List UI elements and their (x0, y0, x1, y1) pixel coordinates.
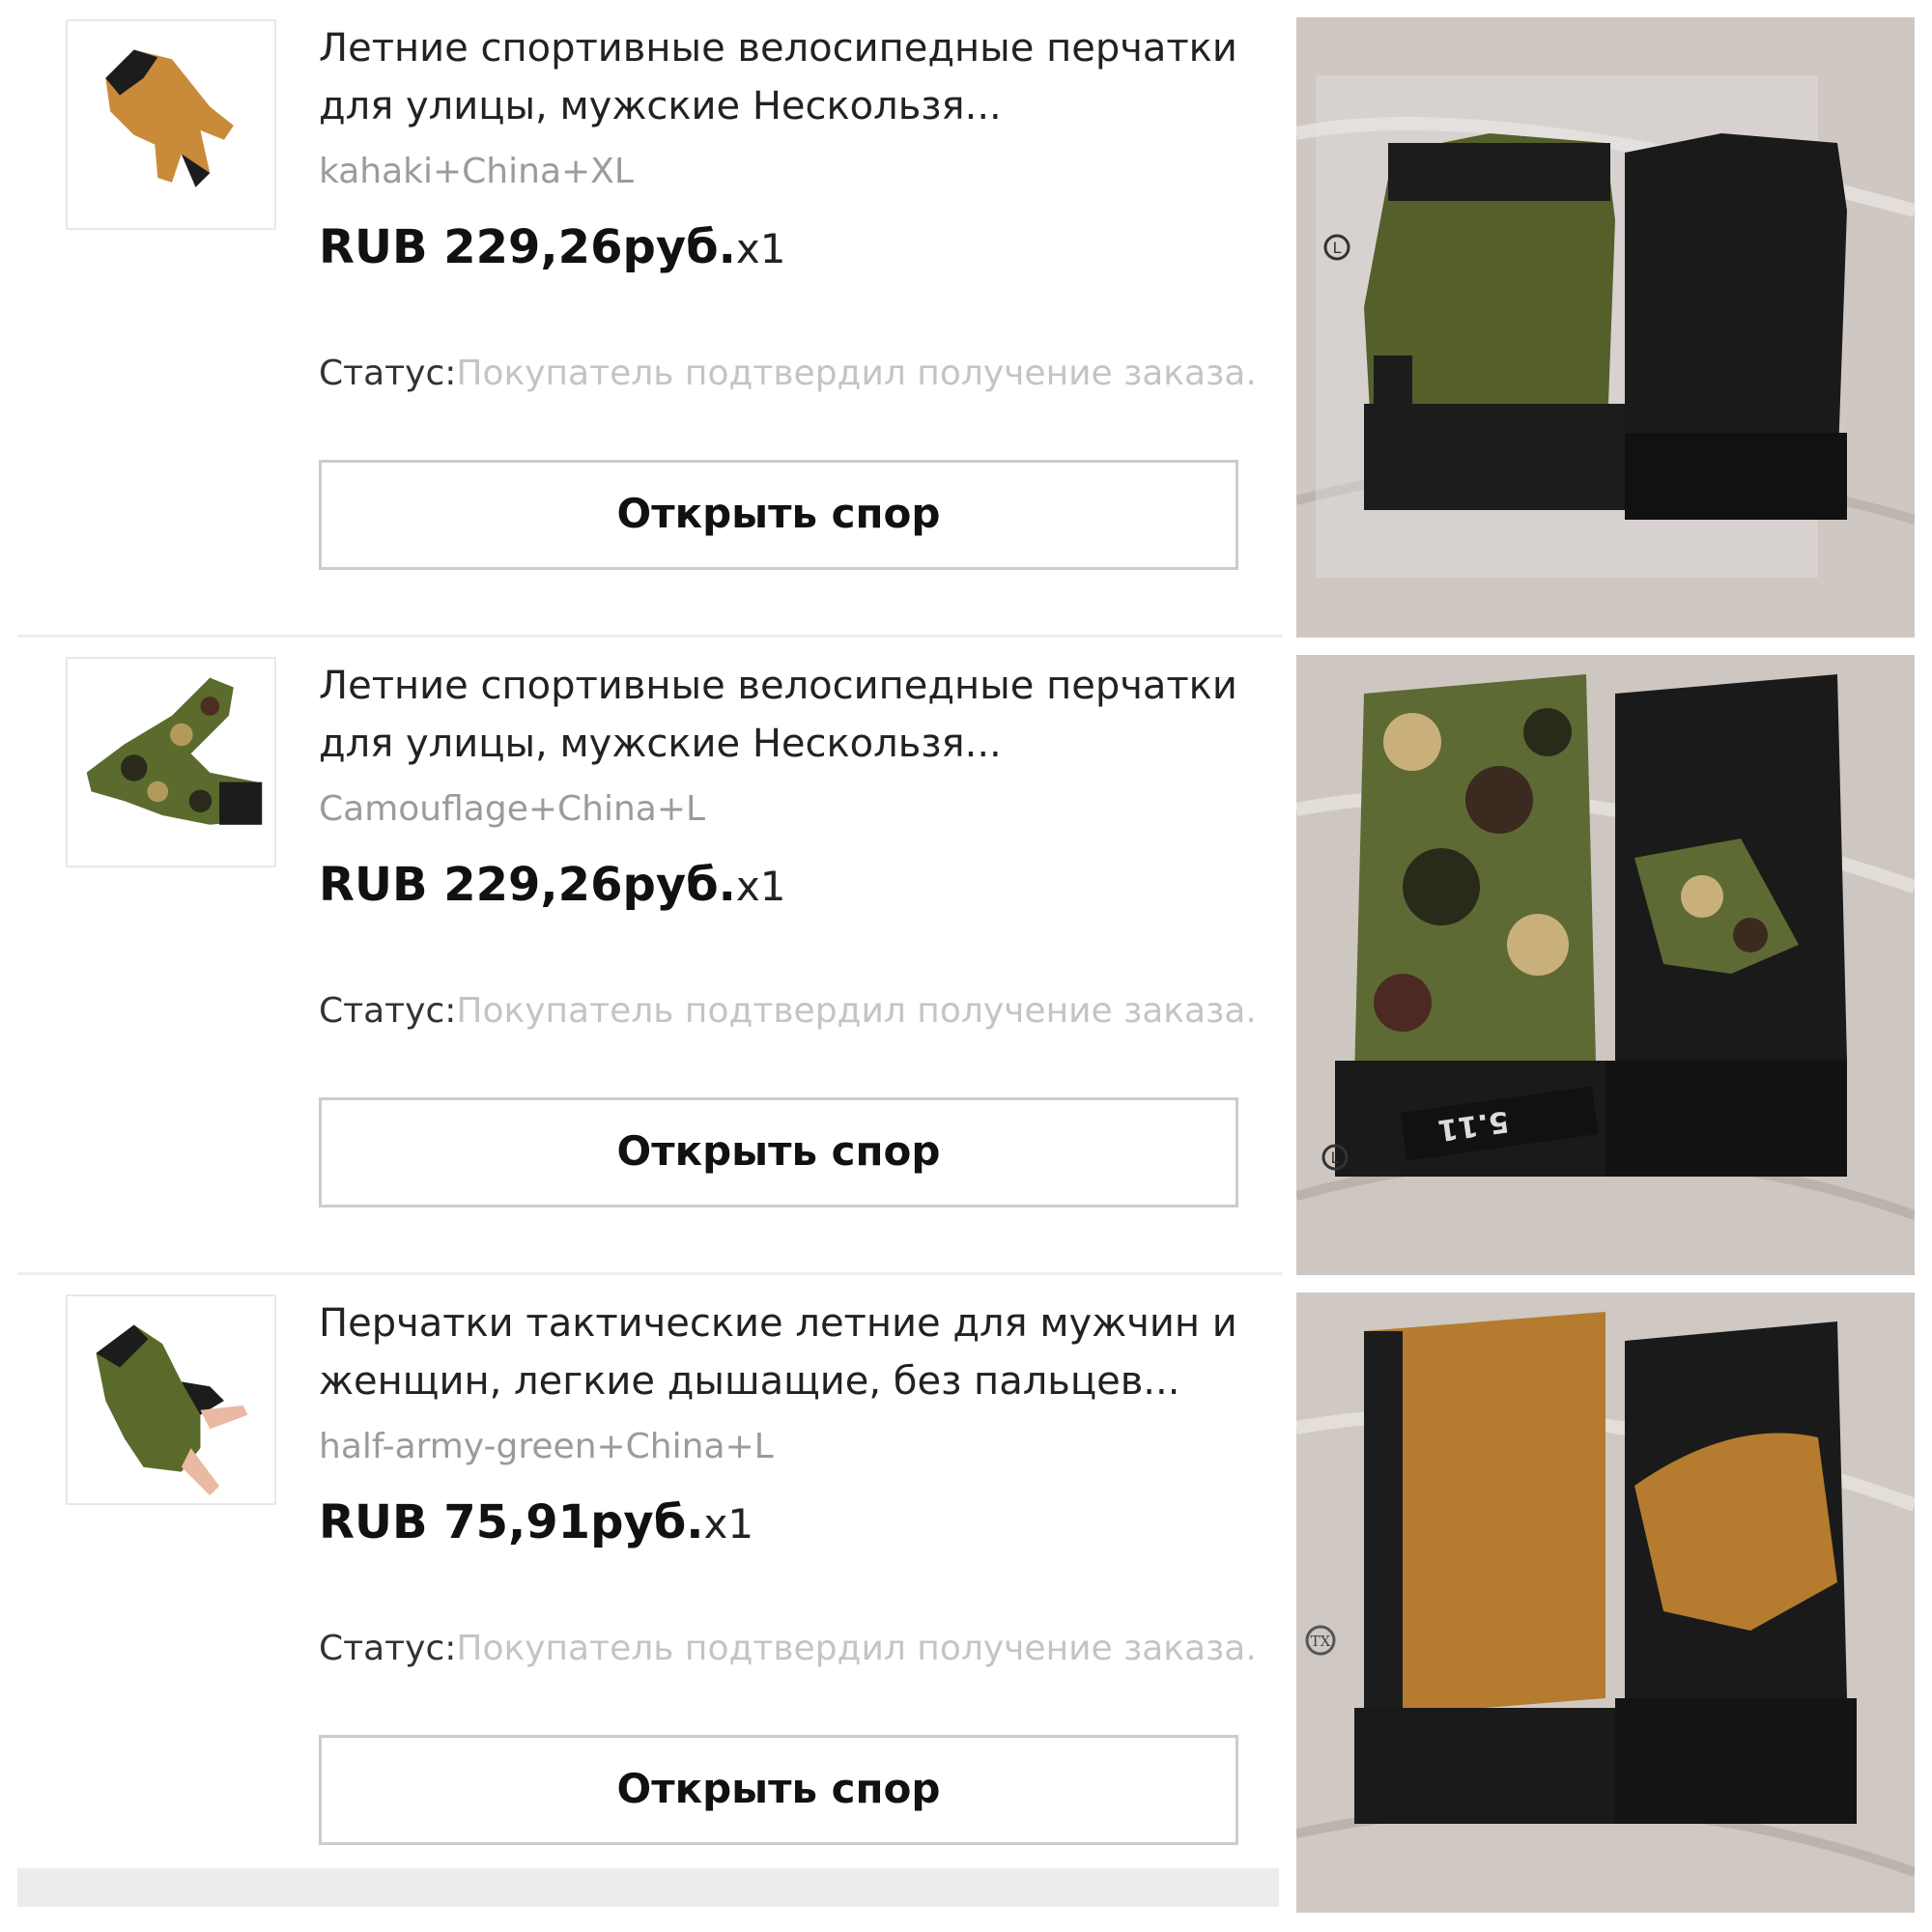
status-text: Покупатель подтвердил получение заказа. (456, 1629, 1257, 1668)
status-label: Статус: (319, 991, 457, 1031)
status-text: Покупатель подтвердил получение заказа. (456, 991, 1257, 1031)
price-row: RUB 75,91руб.x1 (319, 1493, 1265, 1551)
size-tag: TX (1311, 1633, 1331, 1650)
status-text: Покупатель подтвердил получение заказа. (456, 354, 1257, 393)
product-quantity: x1 (735, 225, 786, 272)
product-variant: half-army-green+China+L (319, 1427, 774, 1466)
product-title[interactable]: Перчатки тактические летние для мужчин и… (319, 1294, 1265, 1410)
price-row: RUB 229,26руб.x1 (319, 856, 1265, 914)
review-photos: L 5.11 L TX (1296, 17, 1915, 1930)
open-dispute-button[interactable]: Открыть спор (319, 1735, 1238, 1845)
khaki-glove-icon (68, 21, 274, 228)
camo-gloves-photo: 5.11 L (1296, 655, 1915, 1275)
order-item: Летние спортивные велосипедные перчатки … (17, 638, 1283, 1275)
khaki-gloves-photo: TX (1296, 1293, 1915, 1913)
open-dispute-button[interactable]: Открыть спор (319, 1097, 1238, 1208)
product-price: RUB 75,91руб. (319, 1495, 704, 1549)
open-dispute-button[interactable]: Открыть спор (319, 460, 1238, 570)
product-thumbnail[interactable] (66, 19, 276, 230)
product-price: RUB 229,26руб. (319, 220, 736, 274)
fingerless-glove-icon (68, 1296, 274, 1503)
product-quantity: x1 (703, 1500, 754, 1548)
product-title[interactable]: Летние спортивные велосипедные перчатки … (319, 657, 1265, 773)
size-tag: L (1331, 1149, 1340, 1167)
order-info: Летние спортивные велосипедные перчатки … (319, 19, 1265, 398)
price-row: RUB 229,26руб.x1 (319, 218, 1265, 276)
product-variant: Camouflage+China+L (319, 789, 706, 829)
order-info: Летние спортивные велосипедные перчатки … (319, 657, 1265, 1036)
status-label: Статус: (319, 1629, 457, 1668)
camo-glove-icon (68, 659, 274, 866)
order-status: Статус:Покупатель подтвердил получение з… (319, 987, 1265, 1036)
review-photo-1[interactable]: L (1296, 17, 1915, 638)
size-tag: L (1333, 239, 1342, 257)
fingerless-gloves-photo: L (1296, 17, 1915, 638)
order-item: Летние спортивные велосипедные перчатки … (17, 0, 1283, 638)
status-label: Статус: (319, 354, 457, 393)
product-title[interactable]: Летние спортивные велосипедные перчатки … (319, 19, 1265, 135)
product-price: RUB 229,26руб. (319, 858, 736, 912)
product-quantity: x1 (735, 863, 786, 910)
product-thumbnail[interactable] (66, 657, 276, 867)
product-thumbnail[interactable] (66, 1294, 276, 1505)
order-info: Перчатки тактические летние для мужчин и… (319, 1294, 1265, 1673)
product-variant: kahaki+China+XL (319, 152, 634, 191)
order-status: Статус:Покупатель подтвердил получение з… (319, 350, 1265, 398)
order-status: Статус:Покупатель подтвердил получение з… (319, 1625, 1265, 1673)
review-photo-3[interactable]: TX (1296, 1293, 1915, 1913)
bottom-divider (17, 1868, 1279, 1907)
review-photo-2[interactable]: 5.11 L (1296, 655, 1915, 1275)
order-list: Летние спортивные велосипедные перчатки … (17, 0, 1283, 1932)
order-item: Перчатки тактические летние для мужчин и… (17, 1275, 1283, 1913)
